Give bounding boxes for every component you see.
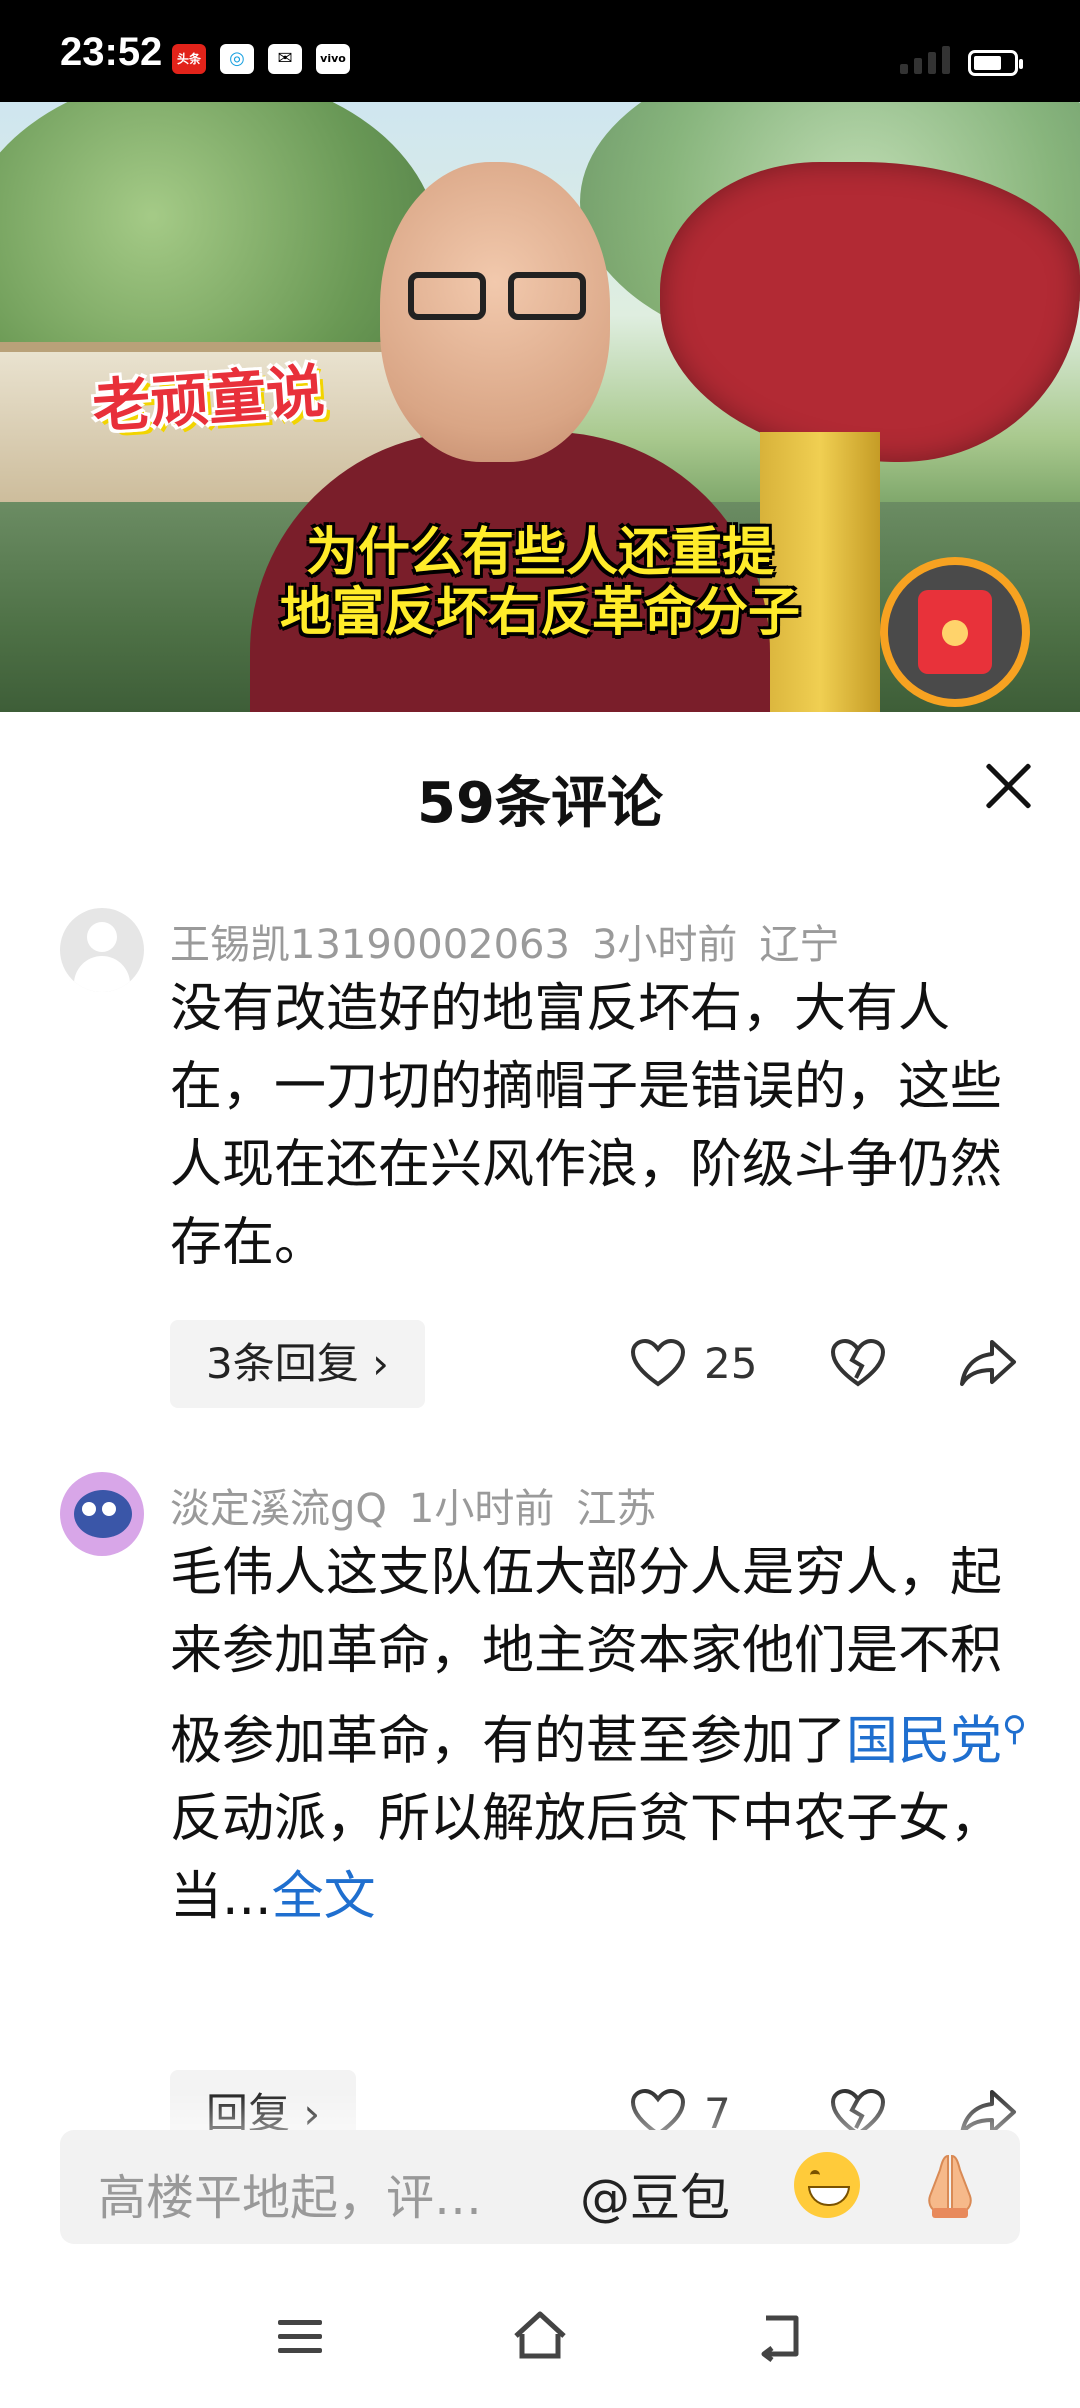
message-icon: ✉ [268,44,302,74]
comment-time: 3小时前 [591,922,738,968]
video-overlay-title: 老顽童说 [90,356,327,441]
dislike-button[interactable] [830,1338,886,1388]
comment-username[interactable]: 淡定溪流gQ [170,1486,387,1532]
china-map-sculpture [660,162,1080,462]
menu-icon[interactable] [270,2306,330,2366]
avatar[interactable] [60,1472,144,1556]
notification-icons: 头条 ◎ ✉ vivo [172,44,350,74]
heart-icon [630,1338,686,1387]
full-text-link[interactable]: 全文 [272,1867,376,1927]
like-button[interactable]: 25 [630,1338,757,1388]
toutiao-icon: 头条 [172,44,206,74]
video-player[interactable]: 老顽童说 为什么有些人还重提 地富反坏右反革命分子 [0,102,1080,712]
comment-location: 江苏 [576,1486,657,1532]
view-replies-button[interactable]: 3条回复 › [170,1320,425,1408]
comment-meta: 淡定溪流gQ 1小时前 江苏 [170,1476,678,1534]
keyword-link[interactable]: 国民党 [846,1711,1002,1771]
comment-location: 辽宁 [759,922,840,968]
red-envelope-icon [918,590,992,674]
comments-sheet: 59条评论 王锡凯13190002063 3小时前 辽宁 没有改造好的地富反坏右，大… [0,712,1080,2408]
share-button[interactable] [958,1338,1018,1388]
glasses [408,272,588,320]
red-envelope-button[interactable] [880,557,1030,707]
comment-text[interactable]: 没有改造好的地富反坏右，大有人在，一刀切的摘帽子是错误的，这些人现在还在兴风作浪… [170,970,1030,1282]
comment-time: 1小时前 [408,1486,555,1532]
comment-text[interactable]: 毛伟人这支队伍大部分人是穷人，起来参加革命，地主资本家他们是不积极参加革命，有的… [170,1534,1030,1936]
avatar[interactable] [60,908,144,992]
status-bar: 23:52 头条 ◎ ✉ vivo [0,0,1080,102]
comment-input-placeholder: 高楼平地起，评… [98,2170,483,2226]
broken-heart-icon [830,1338,886,1387]
signal-icon [900,46,950,74]
comments-title: 59条评论 [417,771,663,836]
comment-username[interactable]: 王锡凯13190002063 [170,922,570,968]
china-mobile-icon: ◎ [220,44,254,74]
close-icon[interactable] [976,754,1040,818]
comment-input[interactable]: 高楼平地起，评… @豆包 [60,2130,1020,2244]
search-icon: ⚲ [1002,1709,1027,1749]
battery-icon [968,50,1023,76]
comment-meta: 王锡凯13190002063 3小时前 辽宁 [170,912,861,970]
vivo-icon: vivo [316,44,350,74]
praying-hands-icon[interactable] [918,2150,982,2220]
grinning-face-icon[interactable] [794,2152,860,2218]
home-icon[interactable] [510,2306,570,2366]
mention-doubao-button[interactable]: @豆包 [580,2158,730,2230]
back-icon[interactable] [750,2306,810,2366]
like-count: 25 [704,1338,758,1388]
status-time: 23:52 [60,30,163,74]
share-icon [960,1340,1016,1386]
system-nav-bar [0,2278,1080,2408]
